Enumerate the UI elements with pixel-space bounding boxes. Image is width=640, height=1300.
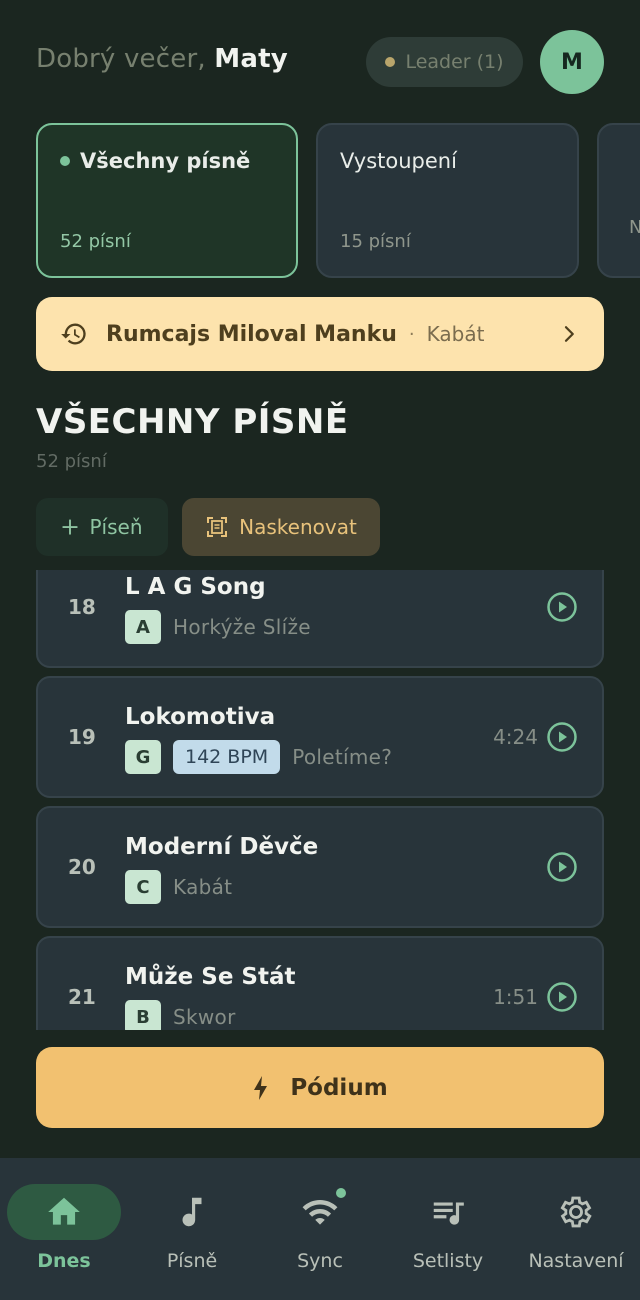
song-row[interactable]: 20 Moderní Děvče C Kabát bbox=[36, 806, 604, 928]
section-subtitle: 52 písní bbox=[36, 451, 107, 472]
play-icon[interactable] bbox=[546, 721, 578, 753]
song-row[interactable]: 21 Může Se Stát B Skwor 1:51 bbox=[36, 936, 604, 1030]
key-badge: A bbox=[125, 610, 161, 644]
scan-icon bbox=[207, 517, 228, 537]
user-name: Maty bbox=[214, 44, 288, 74]
bottom-nav: Dnes Písně Sync Setlisty Nastavení bbox=[0, 1158, 640, 1300]
song-number: 19 bbox=[68, 725, 96, 749]
song-title: Lokomotiva bbox=[125, 704, 276, 730]
song-artist: Skwor bbox=[173, 1005, 236, 1029]
song-row[interactable]: 18 L A G Song A Horkýže Slíže bbox=[36, 570, 604, 668]
avatar[interactable]: M bbox=[540, 30, 604, 94]
scan-button[interactable]: Naskenovat bbox=[182, 498, 380, 556]
song-artist: Horkýže Slíže bbox=[173, 615, 311, 639]
song-meta: C Kabát bbox=[125, 870, 232, 904]
nav-item-nastaveni[interactable]: Nastavení bbox=[512, 1158, 640, 1300]
song-list[interactable]: 18 L A G Song A Horkýže Slíže 19 Lokomot… bbox=[36, 570, 604, 1030]
nav-label: Setlisty bbox=[412, 1250, 484, 1272]
chevron-right-icon bbox=[564, 326, 574, 342]
greeting: Dobrý večer, Maty bbox=[36, 44, 288, 74]
nav-label: Nastavení bbox=[528, 1250, 624, 1272]
song-artist: Poletíme? bbox=[292, 745, 393, 769]
recent-song-artist: Kabát bbox=[426, 322, 485, 346]
bolt-icon bbox=[254, 1075, 268, 1100]
section-title: VŠECHNY PÍSNĚ bbox=[36, 402, 349, 442]
podium-label: Pódium bbox=[290, 1074, 388, 1101]
song-title: Může Se Stát bbox=[125, 964, 296, 990]
active-dot bbox=[60, 156, 70, 166]
key-badge: B bbox=[125, 1000, 161, 1030]
leader-label: Leader (1) bbox=[405, 51, 504, 73]
bpm-badge: 142 BPM bbox=[173, 740, 281, 774]
playlist-icon bbox=[433, 1202, 464, 1225]
song-number: 21 bbox=[68, 985, 96, 1009]
nav-item-setlisty[interactable]: Setlisty bbox=[384, 1158, 512, 1300]
gear-icon bbox=[560, 1196, 592, 1228]
category-title: Vystoupení bbox=[340, 149, 457, 173]
song-meta: A Horkýže Slíže bbox=[125, 610, 311, 644]
song-duration: 4:24 bbox=[493, 725, 538, 749]
category-card-partial[interactable]: N bbox=[597, 123, 640, 278]
recent-song-title: Rumcajs Miloval Manku bbox=[106, 321, 397, 347]
song-meta: G 142 BPM Poletíme? bbox=[125, 740, 392, 774]
song-duration: 1:51 bbox=[493, 985, 538, 1009]
play-icon[interactable] bbox=[546, 851, 578, 883]
song-number: 18 bbox=[68, 595, 96, 619]
scan-label: Naskenovat bbox=[239, 515, 357, 539]
avatar-initial: M bbox=[561, 49, 583, 75]
song-title: L A G Song bbox=[125, 574, 266, 600]
recent-song-banner[interactable]: Rumcajs Miloval Manku · Kabát bbox=[36, 297, 604, 371]
podium-button[interactable]: Pódium bbox=[36, 1047, 604, 1128]
history-icon bbox=[61, 323, 86, 345]
category-count: 52 písní bbox=[60, 231, 131, 252]
add-song-button[interactable]: Píseň bbox=[36, 498, 168, 556]
play-icon[interactable] bbox=[546, 981, 578, 1013]
add-song-label: Píseň bbox=[89, 515, 143, 539]
key-badge: G bbox=[125, 740, 161, 774]
category-card-all-songs[interactable]: Všechny písně 52 písní bbox=[36, 123, 298, 278]
category-title: Všechny písně bbox=[80, 149, 251, 173]
greeting-prefix: Dobrý večer, bbox=[36, 44, 206, 74]
nav-label: Dnes bbox=[37, 1250, 91, 1272]
nav-item-pisne[interactable]: Písně bbox=[128, 1158, 256, 1300]
category-count: 15 písní bbox=[340, 231, 411, 252]
song-number: 20 bbox=[68, 855, 96, 879]
song-title: Moderní Děvče bbox=[125, 834, 319, 860]
play-icon[interactable] bbox=[546, 591, 578, 623]
nav-label: Sync bbox=[297, 1250, 343, 1272]
leader-badge[interactable]: Leader (1) bbox=[366, 37, 523, 87]
category-card-performances[interactable]: Vystoupení 15 písní bbox=[316, 123, 579, 278]
nav-item-dnes[interactable]: Dnes bbox=[0, 1158, 128, 1300]
home-icon bbox=[48, 1197, 80, 1225]
song-row[interactable]: 19 Lokomotiva G 142 BPM Poletíme? 4:24 bbox=[36, 676, 604, 798]
sync-status-dot bbox=[334, 1186, 348, 1200]
category-title-row: Vystoupení bbox=[340, 149, 553, 173]
plus-icon bbox=[62, 519, 79, 535]
key-badge: C bbox=[125, 870, 161, 904]
nav-label: Písně bbox=[166, 1250, 218, 1272]
leader-status-dot bbox=[385, 57, 396, 67]
wifi-icon bbox=[302, 1200, 338, 1225]
nav-item-sync[interactable]: Sync bbox=[256, 1158, 384, 1300]
music-note-icon bbox=[182, 1197, 202, 1227]
category-title-row: Všechny písně bbox=[60, 149, 272, 173]
separator: · bbox=[408, 323, 415, 345]
category-count: N bbox=[629, 217, 640, 238]
song-artist: Kabát bbox=[173, 875, 233, 899]
song-meta: B Skwor bbox=[125, 1000, 236, 1030]
